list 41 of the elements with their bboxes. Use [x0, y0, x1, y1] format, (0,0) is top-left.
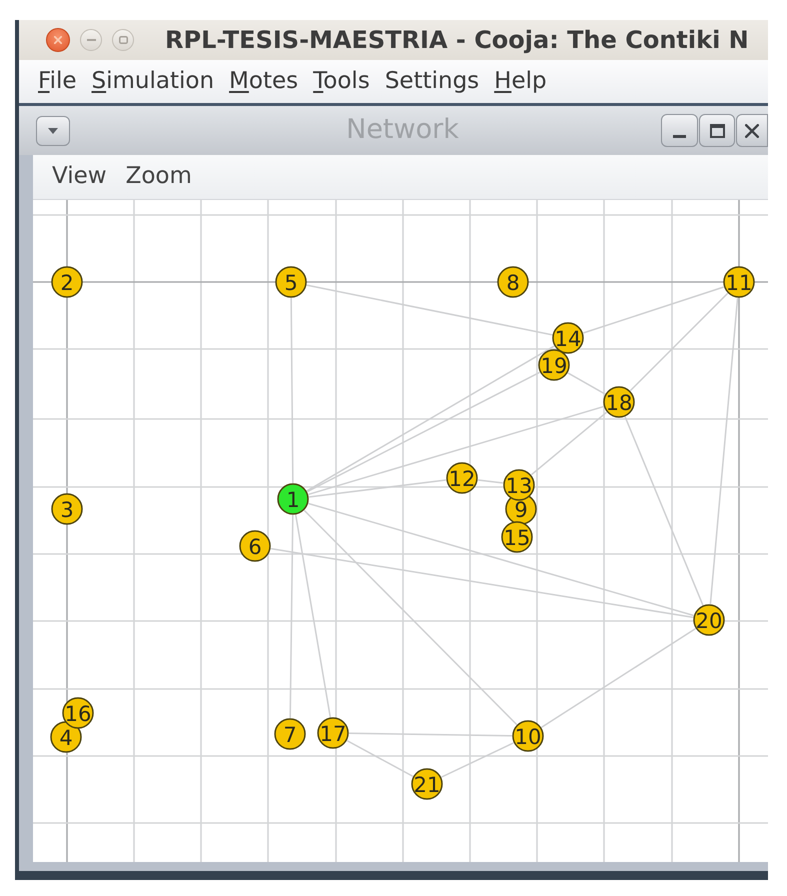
mote-node: 1	[277, 483, 309, 515]
close-icon	[54, 36, 62, 44]
close-icon	[745, 124, 759, 138]
mote-node: 11	[723, 266, 755, 298]
mote-node: 14	[552, 322, 584, 354]
mote-node: 13	[503, 469, 535, 501]
close-button[interactable]	[46, 28, 70, 52]
menu-item[interactable]: Motes	[229, 68, 298, 96]
minimize-icon	[86, 39, 96, 41]
maximize-button[interactable]	[699, 114, 735, 147]
mote-node: 20	[693, 604, 725, 636]
mote-node: 8	[497, 266, 529, 298]
menu-item[interactable]: Simulation	[92, 68, 214, 96]
mote-node: 19	[538, 349, 570, 381]
menu-item[interactable]: File	[38, 68, 76, 96]
close-button[interactable]	[736, 114, 768, 147]
menu-item[interactable]: Tools	[313, 68, 370, 96]
menu-item[interactable]: Zoom	[126, 163, 192, 191]
maximize-icon	[118, 36, 128, 44]
mote-node: 18	[603, 386, 635, 418]
minimize-button[interactable]	[661, 114, 698, 147]
mote-node: 15	[501, 521, 533, 553]
menu-item[interactable]: Settings	[384, 68, 480, 96]
caret-down-icon	[48, 128, 58, 134]
mote-node: 6	[239, 530, 271, 562]
menu-item[interactable]: Help	[494, 68, 547, 96]
mote-node: 3	[51, 493, 83, 525]
mote-node: 21	[411, 768, 443, 800]
maximize-icon	[710, 124, 724, 138]
mote-node: 5	[275, 266, 307, 298]
mote-node: 10	[512, 720, 544, 752]
window-title: RPL-TESIS-MAESTRIA - Cooja: The Contiki N	[165, 26, 749, 54]
menu-item[interactable]: View	[52, 163, 107, 191]
mote-node: 12	[446, 462, 478, 494]
minimize-icon	[673, 135, 686, 138]
window-title: Network	[346, 114, 459, 147]
mote-node: 16	[62, 697, 94, 729]
mote-node: 17	[317, 717, 349, 749]
mote-node: 2	[51, 266, 83, 298]
window-menu-button[interactable]	[36, 116, 70, 146]
mote-node: 7	[274, 718, 306, 750]
